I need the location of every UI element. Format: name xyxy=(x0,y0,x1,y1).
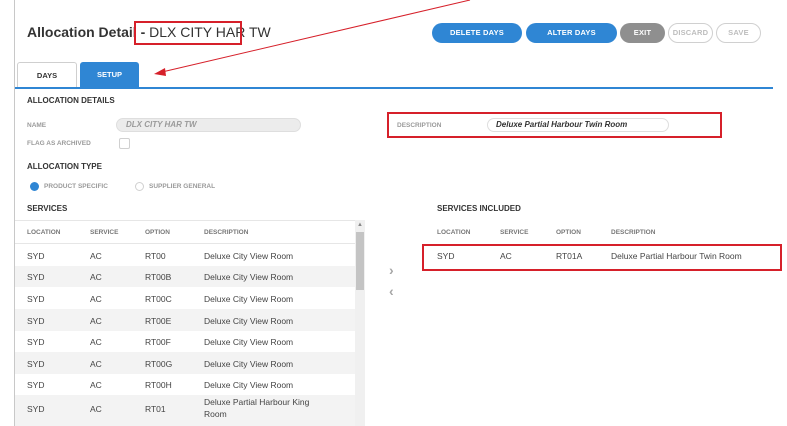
delete-days-button[interactable]: DELETE DAYS xyxy=(432,23,522,43)
included-col-description: DESCRIPTION xyxy=(611,229,656,236)
row-option: RT00C xyxy=(145,294,172,304)
alter-days-button[interactable]: ALTER DAYS xyxy=(526,23,617,43)
services-col-description: DESCRIPTION xyxy=(204,229,249,236)
row-description-line2: Room xyxy=(204,409,227,419)
highlight-box-title xyxy=(134,21,242,45)
exit-button[interactable]: EXIT xyxy=(620,23,665,43)
chevron-right-icon[interactable]: › xyxy=(389,262,394,278)
row-description: Deluxe City View Room xyxy=(204,337,294,347)
row-location: SYD xyxy=(27,251,45,261)
row-location: SYD xyxy=(27,272,45,282)
table-row[interactable] xyxy=(15,309,355,331)
allocation-type-heading: ALLOCATION TYPE xyxy=(27,162,102,171)
allocation-details-heading: ALLOCATION DETAILS xyxy=(27,96,115,105)
table-row[interactable] xyxy=(15,374,355,395)
name-label: NAME xyxy=(27,122,47,129)
page-title-text: Allocation Detail - xyxy=(27,24,146,40)
row-service: AC xyxy=(90,316,102,326)
row-location: SYD xyxy=(27,380,45,390)
chevron-left-icon[interactable]: ‹ xyxy=(389,283,394,299)
row-description: Deluxe City View Room xyxy=(204,251,294,261)
row-description: Deluxe Partial Harbour King xyxy=(204,397,310,407)
services-col-service: SERVICE xyxy=(90,229,119,236)
scroll-up-icon[interactable]: ▲ xyxy=(356,221,364,230)
row-option: RT00F xyxy=(145,337,171,347)
row-description: Deluxe City View Room xyxy=(204,272,294,282)
tab-setup[interactable]: SETUP xyxy=(80,62,139,87)
row-service: AC xyxy=(90,337,102,347)
name-field[interactable]: DLX CITY HAR TW xyxy=(116,118,301,132)
row-description: Deluxe City View Room xyxy=(204,380,294,390)
supplier-general-label[interactable]: SUPPLIER GENERAL xyxy=(149,183,215,190)
included-col-location: LOCATION xyxy=(437,229,471,236)
row-location: SYD xyxy=(27,404,45,414)
highlight-box-description xyxy=(387,112,722,138)
radio-selected-icon[interactable] xyxy=(30,182,39,191)
services-heading: SERVICES xyxy=(27,204,68,213)
table-row[interactable] xyxy=(15,287,355,309)
table-row[interactable] xyxy=(15,244,355,266)
allocation-detail-page: Allocation Detail - DLX CITY HAR TW DELE… xyxy=(0,0,787,426)
row-option: RT00B xyxy=(145,272,172,282)
archived-checkbox[interactable] xyxy=(119,138,130,149)
services-col-option: OPTION xyxy=(145,229,170,236)
row-description: Deluxe City View Room xyxy=(204,359,294,369)
row-location: SYD xyxy=(27,337,45,347)
row-description: Deluxe City View Room xyxy=(204,294,294,304)
services-header-divider xyxy=(15,220,355,221)
row-location: SYD xyxy=(27,316,45,326)
row-option: RT01 xyxy=(145,404,166,414)
services-included-heading: SERVICES INCLUDED xyxy=(437,204,521,213)
services-col-location: LOCATION xyxy=(27,229,61,236)
row-option: RT00G xyxy=(145,359,173,369)
row-location: SYD xyxy=(27,294,45,304)
row-service: AC xyxy=(90,404,102,414)
row-option: RT00E xyxy=(145,316,172,326)
row-service: AC xyxy=(90,272,102,282)
row-description: Deluxe City View Room xyxy=(204,316,294,326)
tab-days[interactable]: DAYS xyxy=(17,62,77,87)
row-service: AC xyxy=(90,359,102,369)
row-service: AC xyxy=(90,380,102,390)
table-row[interactable] xyxy=(15,331,355,352)
tab-underline xyxy=(15,87,773,89)
table-row[interactable] xyxy=(15,266,355,287)
scrollbar-thumb[interactable] xyxy=(356,232,364,290)
included-col-service: SERVICE xyxy=(500,229,529,236)
row-option: RT00 xyxy=(145,251,166,261)
row-option: RT00H xyxy=(145,380,172,390)
included-col-option: OPTION xyxy=(556,229,581,236)
row-location: SYD xyxy=(27,359,45,369)
table-row[interactable] xyxy=(15,352,355,374)
radio-unselected-icon[interactable] xyxy=(135,182,144,191)
save-button[interactable]: SAVE xyxy=(716,23,761,43)
archived-label: FLAG AS ARCHIVED xyxy=(27,140,91,147)
highlight-box-included-row xyxy=(422,244,782,271)
row-service: AC xyxy=(90,294,102,304)
row-service: AC xyxy=(90,251,102,261)
product-specific-label[interactable]: PRODUCT SPECIFIC xyxy=(44,183,108,190)
discard-button[interactable]: DISCARD xyxy=(668,23,713,43)
